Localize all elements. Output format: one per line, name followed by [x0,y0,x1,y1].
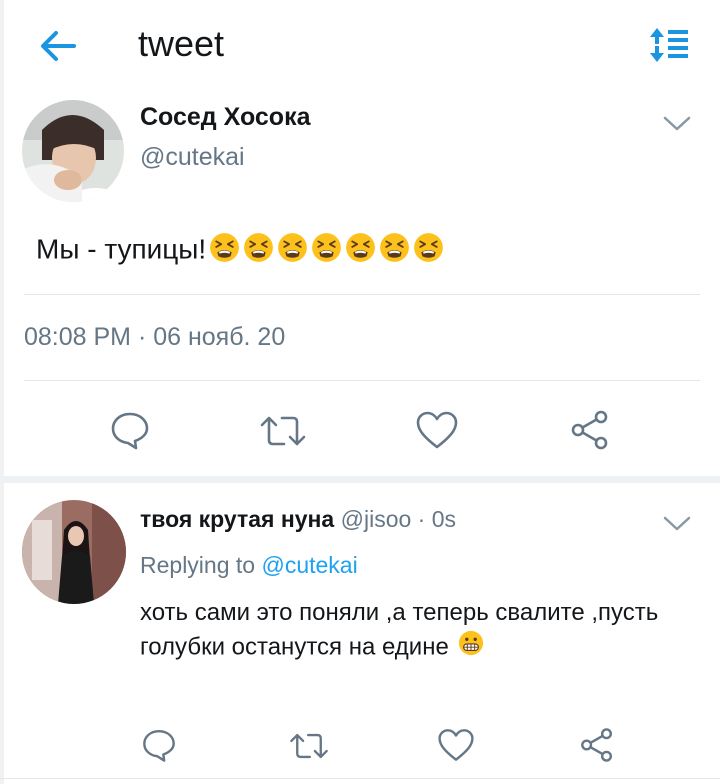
reply-text: хоть сами это поняли ,а теперь свалите ,… [140,596,660,666]
replying-to: Replying to @cutekai [140,552,358,579]
arrow-left-icon [41,31,76,61]
share-button[interactable] [568,408,612,452]
reply-button[interactable] [108,408,152,452]
replying-to-mention[interactable]: @cutekai [261,552,357,578]
avatar-image [22,100,124,202]
retweet-icon [290,733,328,759]
reply-reply-button[interactable] [140,726,178,764]
comment-icon [143,729,175,762]
tweet-timestamp: 08:08 PM · 06 нояб. 20 [24,323,286,351]
reply-header: твоя крутая нуна @jisoo · 0s [140,506,456,533]
tweet-emoji-row [206,232,444,270]
reply-text-content: хоть сами это поняли ,а теперь свалите ,… [140,599,659,661]
sort-button[interactable] [646,24,692,68]
reply-author-name[interactable]: твоя крутая нуна [140,506,334,532]
author-name[interactable]: Сосед Хосока [140,103,311,132]
reply-options-button[interactable] [662,514,692,534]
author-avatar[interactable] [22,100,124,202]
reply-share-button[interactable] [578,726,616,764]
reply-like-button[interactable] [436,726,476,764]
heart-icon [438,729,474,761]
tired-face-emoji [413,232,444,270]
share-icon [571,410,608,450]
divider [24,380,700,381]
tweet-text-content: Мы - тупицы! [36,233,207,265]
tired-face-emoji [243,232,274,270]
tired-face-emoji [345,232,376,270]
chevron-down-icon [663,116,691,131]
tweet-options-button[interactable] [662,114,692,134]
reply-author-avatar[interactable] [22,500,126,604]
author-handle[interactable]: @cutekai [140,143,245,172]
tweet-text: Мы - тупицы! [36,232,444,270]
like-button[interactable] [414,408,460,452]
reply-retweet-button[interactable] [288,728,330,764]
tired-face-emoji [277,232,308,270]
divider [0,778,720,779]
sort-icon [650,28,688,62]
top-bar: tweet [0,0,720,92]
share-icon [581,728,613,762]
page-title: tweet [138,23,225,64]
heart-icon [416,411,458,449]
comment-icon [111,412,149,450]
tired-face-emoji [379,232,410,270]
reply-handle-time[interactable]: @jisoo · 0s [341,506,456,532]
divider [24,294,700,295]
window-edge [0,0,4,784]
tired-face-emoji [209,232,240,270]
retweet-button[interactable] [258,410,308,452]
avatar-image [22,500,126,604]
retweet-icon [260,416,306,446]
replying-to-label: Replying to [140,552,256,578]
back-button[interactable] [34,22,82,70]
tired-face-emoji [311,232,342,270]
chevron-down-icon [663,516,691,531]
section-separator [0,476,720,483]
grimacing-face-emoji [458,630,484,666]
